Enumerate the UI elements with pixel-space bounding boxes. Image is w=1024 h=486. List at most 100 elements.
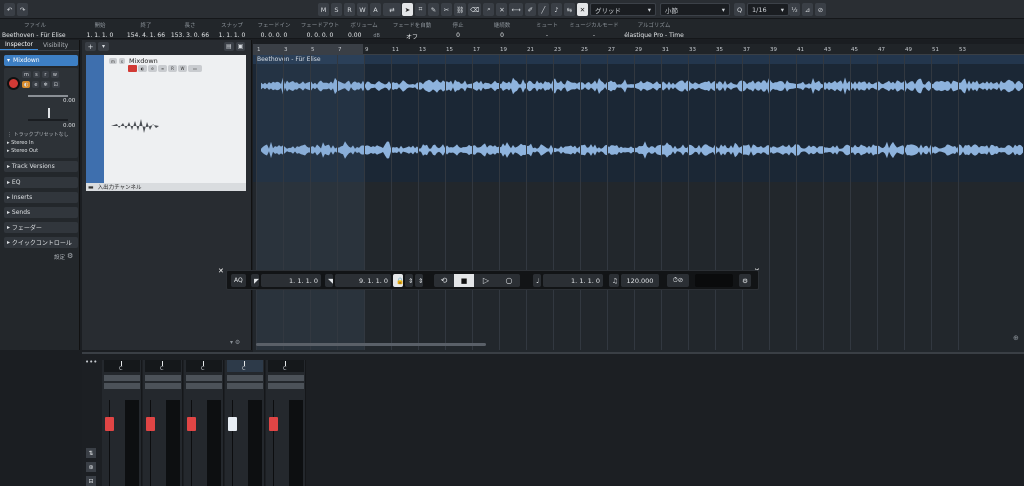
glue-tool-icon[interactable]: ⛓	[454, 3, 467, 16]
tempo-icon[interactable]: ♫	[609, 274, 619, 287]
draw-tool-icon[interactable]: ✐	[524, 3, 536, 16]
metronome-icon[interactable]: ⏱⊘	[667, 274, 689, 287]
info-col-musical-mode[interactable]: ミュージカルモード -	[568, 19, 620, 39]
automation-mode-icon[interactable]: ⇄	[383, 3, 401, 16]
track-header-mixdown[interactable]: m s Mixdown ◐ e ∞ R W ▭	[104, 55, 246, 183]
mixer-channel-strip[interactable]: C	[184, 360, 224, 486]
info-col-algorithm[interactable]: アルゴリズム élastique Pro - Time	[618, 19, 690, 39]
record-enable-icon[interactable]	[128, 65, 137, 72]
mute-solo-row[interactable]	[186, 375, 222, 381]
locator-range[interactable]	[253, 44, 363, 55]
mixer-channel-strip[interactable]: C	[102, 360, 142, 486]
read-write-row[interactable]	[186, 383, 222, 389]
pan-indicator[interactable]	[48, 108, 50, 118]
link-channels-icon[interactable]: ⇅	[86, 448, 96, 458]
solo-icon[interactable]: s	[118, 58, 125, 64]
info-col-end[interactable]: 終了 154. 4. 1. 66	[124, 19, 168, 39]
section-sends[interactable]: ▸ Sends	[4, 207, 78, 218]
position-field[interactable]: 1. 1. 1. 0	[543, 274, 603, 287]
read-icon[interactable]: r	[41, 71, 49, 78]
info-col-length[interactable]: 長さ 153. 3. 0. 66	[168, 19, 212, 39]
info-col-mute[interactable]: ミュート -	[528, 19, 566, 39]
time-warp-tool-icon[interactable]: ⟷	[509, 3, 523, 16]
info-col-volume[interactable]: ボリューム 0.00 dB	[344, 19, 384, 39]
volume-fader-handle[interactable]	[146, 417, 155, 431]
section-eq[interactable]: ▸ EQ	[4, 177, 78, 188]
zoom-icon[interactable]: ⊕	[1013, 334, 1021, 346]
section-quick-controls[interactable]: ▸ クイックコントロール	[4, 237, 78, 248]
info-col-file[interactable]: ファイル Beethoven - Für Elise	[0, 19, 70, 39]
mixer-channel-strip[interactable]: C	[143, 360, 183, 486]
split-tool-icon[interactable]: ✂	[441, 3, 452, 16]
channel-settings-icon[interactable]: ⊛	[86, 462, 96, 472]
mute-icon[interactable]: m	[109, 58, 117, 64]
tab-inspector[interactable]: Inspector	[0, 40, 38, 50]
mode-button-read[interactable]: R	[344, 3, 355, 16]
marker-icon[interactable]: ⇕	[415, 274, 423, 287]
chevron-down-icon[interactable]: ▾	[98, 42, 109, 51]
section-track-versions[interactable]: ▸ Track Versions	[4, 161, 78, 172]
quantize-select[interactable]: 1/16 ▾	[747, 3, 789, 16]
mute-icon[interactable]: m	[22, 71, 31, 78]
read-write-row[interactable]	[145, 383, 181, 389]
lock-icon[interactable]: 🔒	[393, 274, 404, 287]
lock-icon[interactable]: ⊡	[51, 81, 60, 88]
play-tool-icon[interactable]: ♪	[550, 3, 562, 16]
volume-fader-handle[interactable]	[269, 417, 278, 431]
gear-icon[interactable]: ⚙	[67, 252, 73, 260]
redo-icon[interactable]: ↷	[17, 3, 28, 16]
edit-channel-icon[interactable]: e	[32, 81, 40, 88]
pencil-tool-icon[interactable]: ✎	[428, 3, 439, 16]
lanes-icon[interactable]: ▭	[188, 65, 202, 72]
info-col-stop[interactable]: 停止 0	[440, 19, 476, 39]
volume-fader-handle[interactable]	[105, 417, 114, 431]
write-icon[interactable]: W	[178, 65, 187, 72]
stop-icon[interactable]: ■	[454, 274, 474, 287]
edit-icon[interactable]: e	[148, 65, 157, 72]
eraser-tool-icon[interactable]: ⌫	[468, 3, 482, 16]
mute-solo-row[interactable]	[268, 375, 304, 381]
snap-toggle-icon[interactable]: ✕	[577, 3, 588, 16]
right-locator-field[interactable]: 9. 1. 1. 0	[335, 274, 391, 287]
volume-fader-handle[interactable]	[187, 417, 196, 431]
info-col-snap[interactable]: スナップ 1. 1. 1. 0	[212, 19, 252, 39]
freeze-icon[interactable]: ❄	[41, 81, 50, 88]
add-track-icon[interactable]: +	[85, 42, 96, 51]
read-write-row[interactable]	[268, 383, 304, 389]
play-icon[interactable]: ▷	[474, 276, 498, 285]
mute-solo-row[interactable]	[145, 375, 181, 381]
tab-visibility[interactable]: Visibility	[38, 40, 73, 50]
read-icon[interactable]: R	[168, 65, 177, 72]
arrange-empty-area[interactable]	[253, 182, 1024, 352]
inspector-track-header[interactable]: ▾ Mixdown	[4, 55, 78, 66]
gear-icon[interactable]: ⚙	[739, 274, 751, 287]
mute-tool-icon[interactable]: ✕	[496, 3, 508, 16]
auto-scroll-icon[interactable]: ⇆	[564, 3, 575, 16]
section-fader[interactable]: ▸ フェーダー	[4, 222, 78, 233]
output-routing[interactable]: ▸ Stereo Out	[7, 148, 38, 154]
read-write-row[interactable]	[104, 383, 140, 389]
cycle-icon[interactable]: ⟲	[434, 276, 454, 285]
input-routing[interactable]: ▸ Stereo In	[7, 140, 34, 146]
left-locator-field[interactable]: 1. 1. 1. 0	[261, 274, 321, 287]
mode-button-write[interactable]: W	[357, 3, 368, 16]
mute-solo-row[interactable]	[227, 375, 263, 381]
horizontal-scrollbar[interactable]	[256, 343, 486, 346]
volume-slider[interactable]	[28, 95, 68, 97]
close-icon[interactable]: ✕	[218, 267, 224, 275]
punch-icon[interactable]: AQ	[231, 274, 246, 287]
range-tool-icon[interactable]: ⌗	[415, 3, 426, 16]
info-col-fade-in[interactable]: フェードイン 0. 0. 0. 0	[254, 19, 294, 39]
mode-button-automation[interactable]: A	[370, 3, 381, 16]
half-quantize-button[interactable]: ½	[789, 3, 800, 16]
track-list-zoom-icon[interactable]: ▾ ⚙	[230, 339, 240, 346]
solo-icon[interactable]: s	[32, 71, 40, 78]
mode-button-mute[interactable]: M	[318, 3, 329, 16]
volume-fader-handle[interactable]	[228, 417, 237, 431]
folder-view-icon[interactable]: ▣	[235, 42, 246, 51]
line-tool-icon[interactable]: ╱	[537, 3, 549, 16]
info-col-auto-fade[interactable]: フェードを自動 オフ	[390, 19, 434, 41]
channel-routing-icon[interactable]: ⊟	[86, 476, 96, 486]
sync-icon[interactable]: ⇕	[405, 274, 413, 287]
grid-type-select[interactable]: グリッド ▾	[590, 3, 656, 16]
